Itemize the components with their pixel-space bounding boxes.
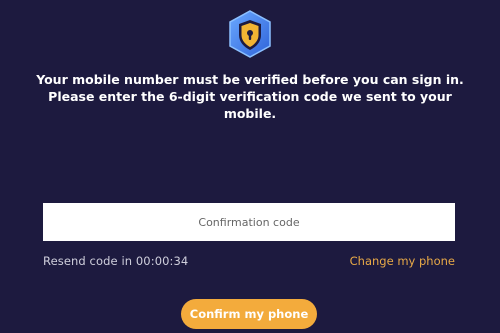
message-line-2: Please enter the 6-digit verification co… (48, 89, 452, 104)
verification-message: Your mobile number must be verified befo… (20, 71, 480, 122)
message-line-3: mobile. (223, 106, 277, 121)
confirmation-code-input[interactable] (43, 203, 455, 241)
shield-lock-icon (226, 8, 274, 60)
confirm-phone-button[interactable]: Confirm my phone (181, 299, 317, 329)
message-line-1: Your mobile number must be verified befo… (36, 72, 464, 87)
change-phone-link[interactable]: Change my phone (350, 254, 455, 268)
resend-countdown: Resend code in 00:00:34 (43, 254, 189, 268)
verification-screen: Your mobile number must be verified befo… (0, 0, 500, 333)
